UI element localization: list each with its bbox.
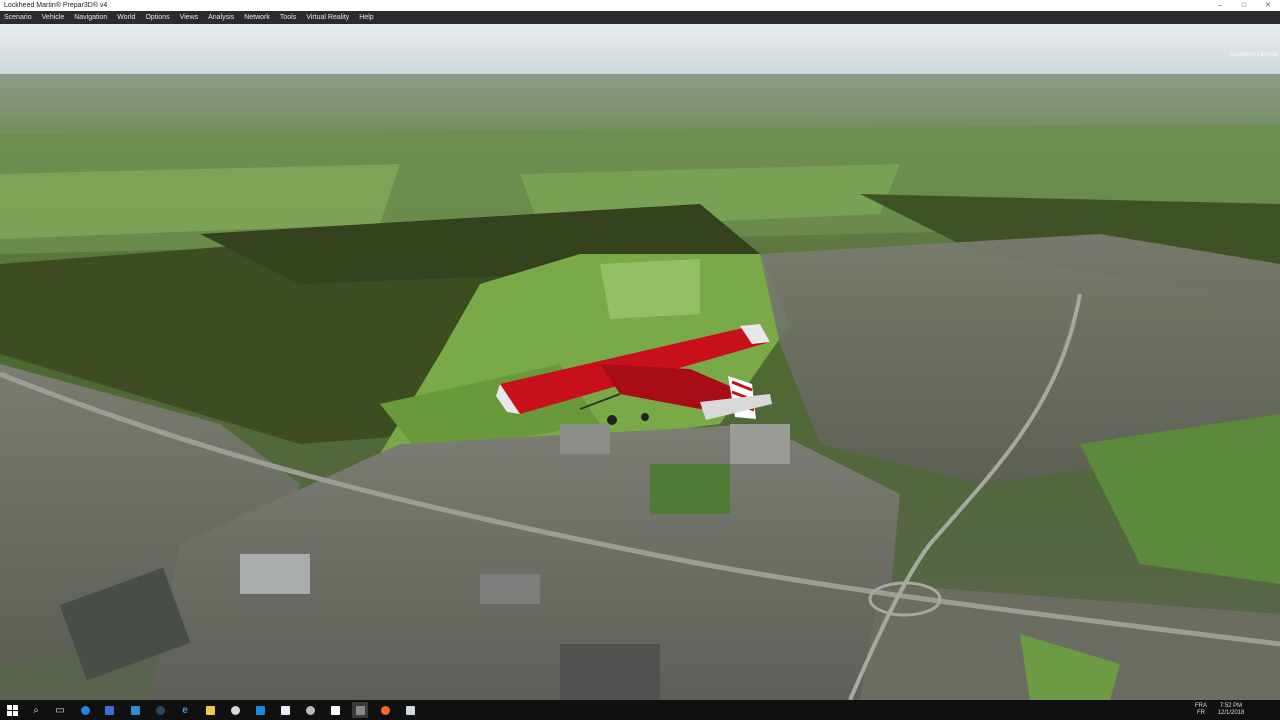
chrome-icon[interactable] [227,702,243,718]
menu-bar: Scenario Vehicle Navigation World Option… [0,11,1280,24]
minimize-button[interactable]: – [1208,0,1232,11]
file-explorer-icon[interactable] [202,702,218,718]
maximize-button[interactable]: □ [1232,0,1256,11]
clock-time: 7:52 PM [1219,703,1243,709]
menu-analysis[interactable]: Analysis [204,11,240,24]
mail-icon[interactable] [277,702,293,718]
files-app-icon[interactable] [101,702,117,718]
close-button[interactable]: ✕ [1256,0,1280,11]
menu-world[interactable]: World [113,11,141,24]
clock-date: 12/1/2018 [1217,710,1245,716]
menu-virtual-reality[interactable]: Virtual Reality [302,11,355,24]
media-icon[interactable] [302,702,318,718]
menu-navigation[interactable]: Navigation [70,11,113,24]
edge-icon[interactable]: e [177,702,193,718]
language-indicator[interactable]: FRA FR [1194,703,1208,717]
cortana-icon[interactable] [77,702,93,718]
firefox-icon[interactable] [377,702,393,718]
menu-views[interactable]: Views [176,11,205,24]
window-controls: – □ ✕ [1208,0,1280,11]
p3d-app-icon[interactable] [352,702,368,718]
keyboard-layout: FR [1197,710,1205,716]
task-view-icon[interactable]: ▭ [52,702,68,718]
windows-start-icon[interactable] [4,702,20,718]
menu-network[interactable]: Network [240,11,276,24]
window-titlebar: Lockheed Martin® Prepar3D® v4 – □ ✕ [0,0,1280,11]
language-code: FRA [1195,703,1207,709]
system-tray: FRA FR 7:52 PM 12/1/2018 [1194,700,1280,720]
scenery-view [0,24,1280,700]
taskbar: ⌕ ▭ e FRA FR 7:52 PM 12/1/2018 [0,700,1280,720]
menu-tools[interactable]: Tools [276,11,302,24]
menu-vehicle[interactable]: Vehicle [38,11,71,24]
steam-icon[interactable] [152,702,168,718]
menu-help[interactable]: Help [355,11,379,24]
simulator-viewport[interactable]: Academic License [0,24,1280,700]
clock[interactable]: 7:52 PM 12/1/2018 [1214,703,1248,717]
app-icon[interactable] [252,702,268,718]
license-label: Academic License [1229,52,1278,58]
prepar3d-icon[interactable] [327,702,343,718]
menu-options[interactable]: Options [141,11,175,24]
store-icon[interactable] [127,702,143,718]
search-icon[interactable]: ⌕ [28,702,44,718]
pin-icon[interactable] [402,702,418,718]
menu-scenario[interactable]: Scenario [0,11,38,24]
window-title: Lockheed Martin® Prepar3D® v4 [4,2,108,9]
